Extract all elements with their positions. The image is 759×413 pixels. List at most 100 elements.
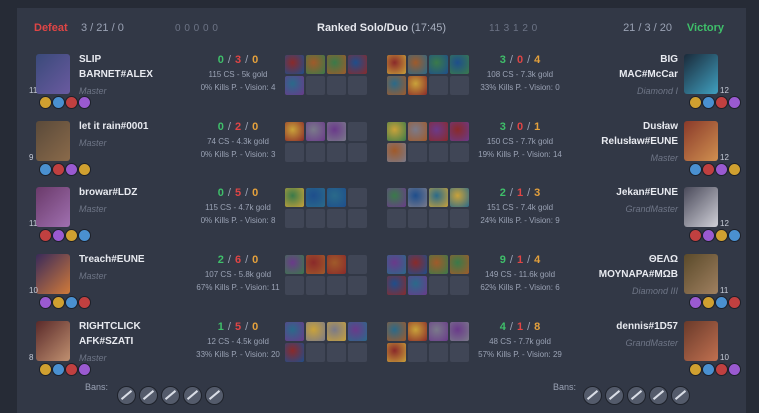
summoner-spell-icon [689, 96, 702, 109]
item-icon[interactable] [450, 188, 469, 207]
right-objectives-icons: 11 3 1 2 0 [489, 23, 538, 34]
champion-level: 11 [720, 286, 729, 295]
item-icon[interactable] [408, 55, 427, 74]
player-rank: GrandMaster [625, 338, 678, 348]
item-icon[interactable] [429, 188, 448, 207]
ban-champion-icon [161, 386, 180, 405]
item-icon[interactable] [450, 122, 469, 141]
player-row-right: 11 ΘΕΛΩ ΜΟΥΝΑΡΑ#ΜΩΒ Diamond III 9/1/4 149 CS … [17, 254, 746, 316]
champion-portrait[interactable] [684, 321, 718, 361]
item-icon[interactable] [408, 188, 427, 207]
bans-label-right: Bans: [553, 382, 577, 392]
ban-champion-icon [627, 386, 646, 405]
assists: 4 [534, 254, 541, 266]
item-icon[interactable] [408, 76, 427, 95]
summoner-spell-icon [715, 229, 728, 242]
player-row-right: 12 Jekan#EUNE GrandMaster 2/1/3 151 CS - 7.4… [17, 187, 746, 249]
item-icon[interactable] [408, 122, 427, 141]
summoner-spell-icon [689, 163, 702, 176]
champion-portrait[interactable] [684, 121, 718, 161]
champion-portrait[interactable] [684, 54, 718, 94]
summoner-spell-icon [689, 363, 702, 376]
summoner-spell-icon [702, 163, 715, 176]
ban-champion-icon [205, 386, 224, 405]
summoner-spell-icon [702, 96, 715, 109]
assists: 1 [534, 121, 541, 133]
player-row-right: 12 Dusław Relusław#EUNE Master 3/0/1 150 CS -… [17, 121, 746, 183]
summoner-spell-icon [715, 163, 728, 176]
summoner-spell-icon [715, 296, 728, 309]
ban-champion-icon [117, 386, 136, 405]
deaths: 0 [516, 54, 524, 66]
deaths: 0 [516, 121, 524, 133]
champion-level: 12 [720, 153, 729, 162]
item-icon[interactable] [387, 276, 406, 295]
queue-mode: Ranked Solo/Duo [317, 22, 409, 34]
ban-champion-icon [139, 386, 158, 405]
champion-portrait[interactable] [684, 254, 718, 294]
separator: / [509, 121, 513, 133]
item-icon[interactable] [408, 276, 427, 295]
summoner-spell-icon [689, 229, 702, 242]
summoner-spell-icon [715, 96, 728, 109]
summoner-spell-icon [702, 229, 715, 242]
right-objectives-counts: 11 3 1 2 0 [489, 23, 538, 34]
team-right-kda: 21 / 3 / 20 [623, 22, 672, 34]
player-kda: 4/1/8 [465, 321, 575, 333]
empty-item-slot [408, 209, 427, 228]
kills: 3 [499, 121, 506, 133]
item-icon[interactable] [429, 322, 448, 341]
champion-portrait[interactable] [684, 187, 718, 227]
item-icon[interactable] [450, 55, 469, 74]
kill-participation-vision: 57% Kills P. - Vision: 29 [478, 350, 562, 359]
item-icon[interactable] [387, 143, 406, 162]
item-icon[interactable] [429, 122, 448, 141]
empty-item-slot [450, 209, 469, 228]
item-icon[interactable] [387, 188, 406, 207]
empty-item-slot [429, 76, 448, 95]
player-rank: Diamond I [636, 86, 678, 96]
item-icon[interactable] [450, 322, 469, 341]
cs-gold: 150 CS - 7.7k gold [486, 137, 554, 146]
item-icon[interactable] [387, 322, 406, 341]
item-icon[interactable] [408, 322, 427, 341]
player-stats: 151 CS - 7.4k gold 24% Kills P. - Vision:… [455, 201, 585, 227]
champion-level: 12 [720, 219, 729, 228]
item-icon[interactable] [429, 55, 448, 74]
player-stats: 150 CS - 7.7k gold 19% Kills P. - Vision:… [455, 135, 585, 161]
item-icon[interactable] [450, 255, 469, 274]
assists: 8 [534, 321, 541, 333]
summoner-spell-icon [702, 363, 715, 376]
kill-participation-vision: 62% Kills P. - Vision: 6 [480, 283, 560, 292]
summoner-spell-icon [715, 363, 728, 376]
summoner-spell-icon [728, 163, 741, 176]
victory-label: Victory [686, 22, 724, 34]
summoner-spell-icon [728, 96, 741, 109]
item-icon[interactable] [408, 255, 427, 274]
empty-item-slot [408, 143, 427, 162]
item-icon[interactable] [387, 255, 406, 274]
separator: / [509, 254, 513, 266]
empty-item-slot [450, 276, 469, 295]
summoner-spell-icon [728, 363, 741, 376]
item-icon[interactable] [387, 76, 406, 95]
item-icon[interactable] [387, 343, 406, 362]
ban-champion-icon [583, 386, 602, 405]
summoner-spell-icon [728, 229, 741, 242]
player-stats: 149 CS - 11.6k gold 62% Kills P. - Vision… [455, 268, 585, 294]
item-icon[interactable] [429, 255, 448, 274]
summoner-spell-icon [728, 296, 741, 309]
match-panel: Defeat 3 / 21 / 0 0 0 0 0 0 Ranked Solo/… [17, 8, 746, 413]
kills: 2 [499, 187, 506, 199]
kill-participation-vision: 19% Kills P. - Vision: 14 [478, 150, 562, 159]
player-rank: GrandMaster [625, 204, 678, 214]
separator: / [527, 121, 531, 133]
item-icon[interactable] [387, 122, 406, 141]
assists: 4 [534, 54, 541, 66]
player-kda: 2/1/3 [465, 187, 575, 199]
kills: 3 [499, 54, 506, 66]
item-icon[interactable] [387, 55, 406, 74]
champion-level: 10 [720, 353, 729, 362]
empty-item-slot [429, 209, 448, 228]
empty-item-slot [450, 343, 469, 362]
